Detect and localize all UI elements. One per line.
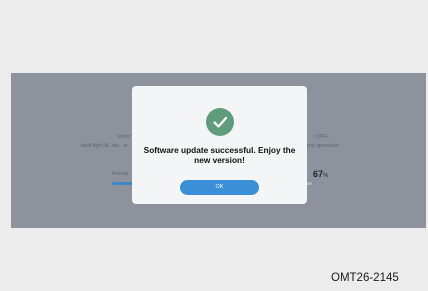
checkmark-icon <box>206 108 234 136</box>
progress-unit: % <box>323 173 329 179</box>
progress-value: 67 <box>313 169 324 179</box>
dialog-message: Software update successful. Enjoy the ne… <box>143 145 296 165</box>
background-warning-text-2: fault light lit, etc., w <box>81 143 128 149</box>
ok-button[interactable]: OK <box>180 180 259 195</box>
background-warning-text-3: r OFF, <box>313 134 329 140</box>
remaining-label: Remai <box>112 171 128 177</box>
update-success-dialog: Software update successful. Enjoy the ne… <box>132 86 307 204</box>
background-warning-text-1: Vehic <box>117 134 131 140</box>
progress-percent: 67% <box>313 169 328 179</box>
figure-code: OMT26-2145 <box>331 272 399 284</box>
